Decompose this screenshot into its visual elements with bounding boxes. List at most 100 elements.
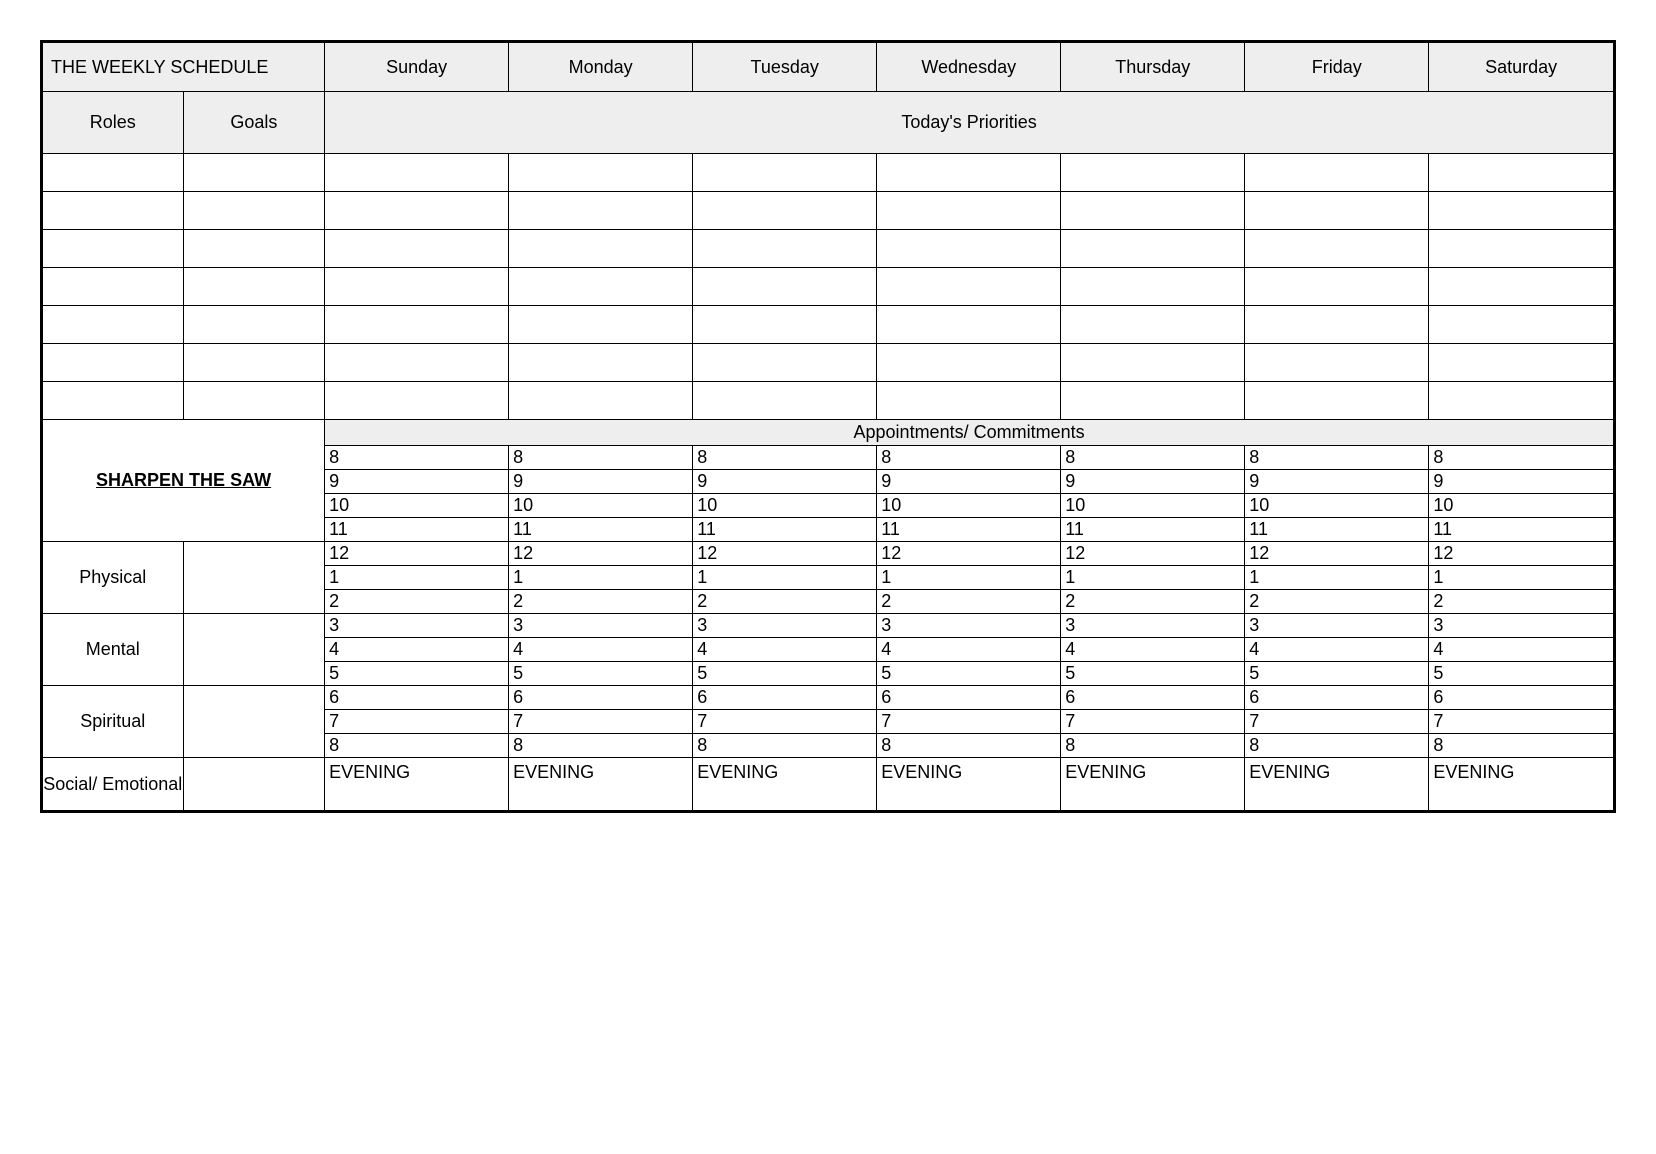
hour-cell: 7	[1429, 710, 1615, 734]
hour-cell: 4	[1245, 638, 1429, 662]
hour-row: Spiritual 6 6 6 6 6 6 6	[42, 686, 1615, 710]
hour-cell: 11	[1429, 518, 1615, 542]
priorities-header: Today's Priorities	[325, 92, 1615, 154]
hour-cell: 10	[509, 494, 693, 518]
evening-cell: EVENING	[509, 758, 693, 812]
hour-cell: 9	[693, 470, 877, 494]
hour-cell: 6	[1061, 686, 1245, 710]
hour-cell: 8	[1245, 734, 1429, 758]
hour-cell: 12	[693, 542, 877, 566]
evening-cell: EVENING	[1429, 758, 1615, 812]
hour-cell: 9	[1245, 470, 1429, 494]
hour-cell: 12	[1245, 542, 1429, 566]
hour-cell: 1	[693, 566, 877, 590]
hour-cell: 7	[1245, 710, 1429, 734]
hour-cell: 8	[1061, 734, 1245, 758]
hour-cell: 2	[693, 590, 877, 614]
hour-cell: 9	[1061, 470, 1245, 494]
header-row: THE WEEKLY SCHEDULE Sunday Monday Tuesda…	[42, 42, 1615, 92]
hour-cell: 3	[325, 614, 509, 638]
hour-cell: 1	[325, 566, 509, 590]
hour-cell: 5	[693, 662, 877, 686]
evening-cell: EVENING	[693, 758, 877, 812]
hour-cell: 5	[325, 662, 509, 686]
hour-cell: 1	[509, 566, 693, 590]
hour-cell: 8	[509, 446, 693, 470]
dimension-goal-cell	[183, 758, 325, 812]
dimension-goal-cell	[183, 686, 325, 758]
hour-cell: 6	[693, 686, 877, 710]
hour-cell: 3	[1429, 614, 1615, 638]
hour-cell: 7	[325, 710, 509, 734]
hour-row: Physical 12 12 12 12 12 12 12	[42, 542, 1615, 566]
hour-cell: 2	[1429, 590, 1615, 614]
hour-cell: 8	[877, 734, 1061, 758]
day-saturday: Saturday	[1429, 42, 1615, 92]
hour-cell: 12	[877, 542, 1061, 566]
hour-cell: 4	[1061, 638, 1245, 662]
priority-row	[42, 154, 1615, 192]
hour-cell: 7	[693, 710, 877, 734]
priority-row	[42, 344, 1615, 382]
priority-row	[42, 268, 1615, 306]
appointments-header: Appointments/ Commitments	[325, 420, 1615, 446]
priority-row	[42, 382, 1615, 420]
evening-cell: EVENING	[1061, 758, 1245, 812]
hour-cell: 5	[1061, 662, 1245, 686]
hour-cell: 10	[325, 494, 509, 518]
hour-cell: 11	[877, 518, 1061, 542]
hour-cell: 10	[1429, 494, 1615, 518]
hour-cell: 9	[877, 470, 1061, 494]
dimension-goal-cell	[183, 542, 325, 614]
hour-cell: 4	[325, 638, 509, 662]
hour-cell: 2	[1061, 590, 1245, 614]
hour-cell: 2	[325, 590, 509, 614]
hour-cell: 12	[325, 542, 509, 566]
dimension-spiritual: Spiritual	[42, 686, 184, 758]
hour-cell: 8	[325, 734, 509, 758]
hour-cell: 7	[509, 710, 693, 734]
day-wednesday: Wednesday	[877, 42, 1061, 92]
day-friday: Friday	[1245, 42, 1429, 92]
hour-cell: 6	[325, 686, 509, 710]
dimension-goal-cell	[183, 614, 325, 686]
evening-cell: EVENING	[877, 758, 1061, 812]
hour-cell: 10	[1245, 494, 1429, 518]
roles-header: Roles	[42, 92, 184, 154]
weekly-schedule-table: THE WEEKLY SCHEDULE Sunday Monday Tuesda…	[40, 40, 1616, 813]
hour-cell: 12	[1061, 542, 1245, 566]
hour-cell: 10	[1061, 494, 1245, 518]
hour-cell: 6	[1429, 686, 1615, 710]
evening-cell: EVENING	[325, 758, 509, 812]
hour-cell: 1	[1061, 566, 1245, 590]
hour-cell: 9	[325, 470, 509, 494]
appointments-header-row: SHARPEN THE SAW Appointments/ Commitment…	[42, 420, 1615, 446]
day-thursday: Thursday	[1061, 42, 1245, 92]
hour-cell: 5	[509, 662, 693, 686]
hour-cell: 11	[1061, 518, 1245, 542]
hour-cell: 12	[1429, 542, 1615, 566]
schedule-title: THE WEEKLY SCHEDULE	[42, 42, 325, 92]
day-sunday: Sunday	[325, 42, 509, 92]
hour-cell: 5	[1429, 662, 1615, 686]
hour-cell: 11	[325, 518, 509, 542]
hour-cell: 7	[1061, 710, 1245, 734]
hour-cell: 4	[1429, 638, 1615, 662]
hour-cell: 5	[1245, 662, 1429, 686]
priority-row	[42, 230, 1615, 268]
evening-row: Social/ Emotional EVENING EVENING EVENIN…	[42, 758, 1615, 812]
dimension-mental: Mental	[42, 614, 184, 686]
hour-cell: 3	[1245, 614, 1429, 638]
hour-cell: 7	[877, 710, 1061, 734]
hour-cell: 3	[509, 614, 693, 638]
hour-cell: 2	[1245, 590, 1429, 614]
dimension-social-emotional: Social/ Emotional	[42, 758, 184, 812]
hour-cell: 8	[693, 446, 877, 470]
hour-cell: 1	[1429, 566, 1615, 590]
subheader-row: Roles Goals Today's Priorities	[42, 92, 1615, 154]
hour-cell: 4	[693, 638, 877, 662]
hour-cell: 6	[509, 686, 693, 710]
hour-cell: 4	[877, 638, 1061, 662]
hour-cell: 8	[1429, 446, 1615, 470]
hour-cell: 11	[1245, 518, 1429, 542]
